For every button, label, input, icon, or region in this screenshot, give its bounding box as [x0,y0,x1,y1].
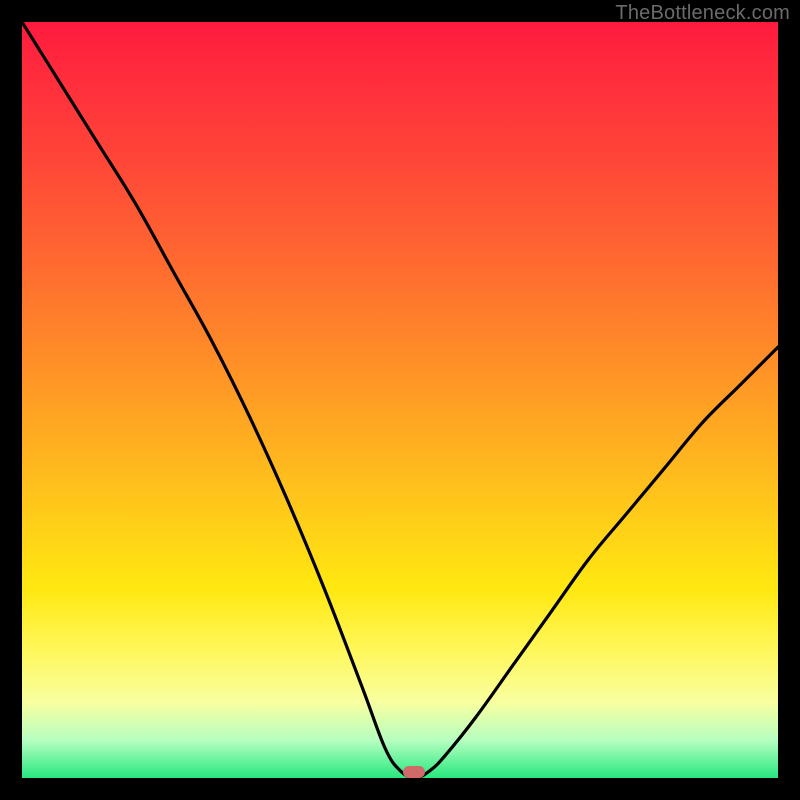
bottleneck-curve [22,22,778,778]
chart-frame: TheBottleneck.com [0,0,800,800]
optimal-marker [403,766,425,778]
plot-area [22,22,778,778]
